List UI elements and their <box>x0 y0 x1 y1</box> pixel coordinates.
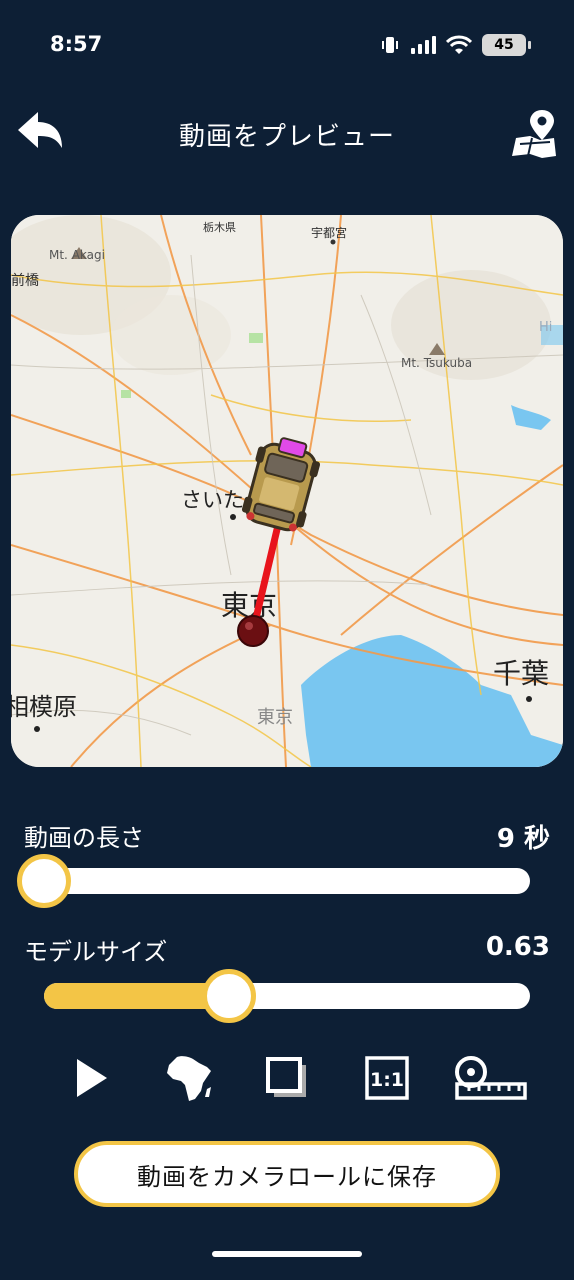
duration-slider-thumb[interactable] <box>17 854 71 908</box>
map-preview[interactable]: 栃木県 宇都宮 Mt. Akagi 前橋 Mt. Tsukuba Hi さいた … <box>11 215 563 767</box>
frame-button[interactable] <box>262 1050 312 1106</box>
duration-row: 動画の長さ 9 秒 <box>24 818 550 855</box>
africa-icon <box>167 1056 211 1101</box>
city-dot <box>330 239 336 245</box>
map-label-utsunomiya: 宇都宮 <box>311 225 347 240</box>
model-size-slider-thumb[interactable] <box>201 969 256 1023</box>
city-dot <box>34 726 40 732</box>
play-button[interactable] <box>66 1050 116 1106</box>
aspect-ratio-button[interactable]: 1:1 <box>362 1050 412 1106</box>
duration-value: 9 秒 <box>496 824 550 854</box>
model-size-slider-fill <box>44 983 229 1009</box>
home-indicator[interactable] <box>212 1251 362 1257</box>
status-icons: 45 <box>380 34 531 56</box>
route-start-marker <box>237 615 269 647</box>
model-size-label: モデルサイズ <box>24 938 168 966</box>
map-label-tochigi: 栃木県 <box>203 220 236 234</box>
map-style-button[interactable] <box>160 1050 216 1106</box>
status-time: 8:57 <box>50 32 103 56</box>
map-label-tokyo-small: 東京 <box>257 707 293 728</box>
model-size-row: モデルサイズ 0.63 <box>24 932 550 967</box>
duration-slider[interactable] <box>17 854 530 908</box>
map-location-button[interactable] <box>510 108 560 158</box>
page-title: 動画をプレビュー <box>178 122 395 152</box>
duration-label: 動画の長さ <box>24 824 144 852</box>
map-label-sagamihara: 相模原 <box>11 693 77 721</box>
map-label-mt-tsukuba: Mt. Tsukuba <box>401 356 472 370</box>
wifi-icon <box>446 35 472 54</box>
battery-indicator: 45 <box>482 34 531 56</box>
status-bar: 8:57 45 <box>0 0 574 90</box>
aspect-ratio-label: 1:1 <box>370 1069 404 1091</box>
model-size-value: 0.63 <box>485 932 550 962</box>
map-label-mt-akagi: Mt. Akagi <box>49 248 105 262</box>
measure-button[interactable] <box>450 1050 530 1106</box>
map-label-chiba: 千葉 <box>493 657 549 690</box>
aspect-ratio-icon: 1:1 <box>365 1056 409 1100</box>
vibrate-icon <box>382 37 398 53</box>
play-icon <box>77 1059 107 1097</box>
frame-icon <box>266 1057 306 1097</box>
city-dot <box>526 696 532 702</box>
model-size-slider[interactable] <box>44 969 530 1023</box>
header: 動画をプレビュー <box>0 100 574 164</box>
map-label-maebashi: 前橋 <box>11 272 39 289</box>
city-dot <box>230 514 236 520</box>
signal-icon <box>411 36 436 54</box>
map-label-hi: Hi <box>539 320 552 335</box>
map-label-saitama: さいた <box>181 488 244 512</box>
map-pin-icon <box>512 110 556 158</box>
toolbar: 1:1 <box>0 1050 574 1110</box>
save-to-camera-roll-button[interactable]: 動画をカメラロールに保存 <box>74 1141 500 1207</box>
ruler-icon <box>455 1056 527 1100</box>
